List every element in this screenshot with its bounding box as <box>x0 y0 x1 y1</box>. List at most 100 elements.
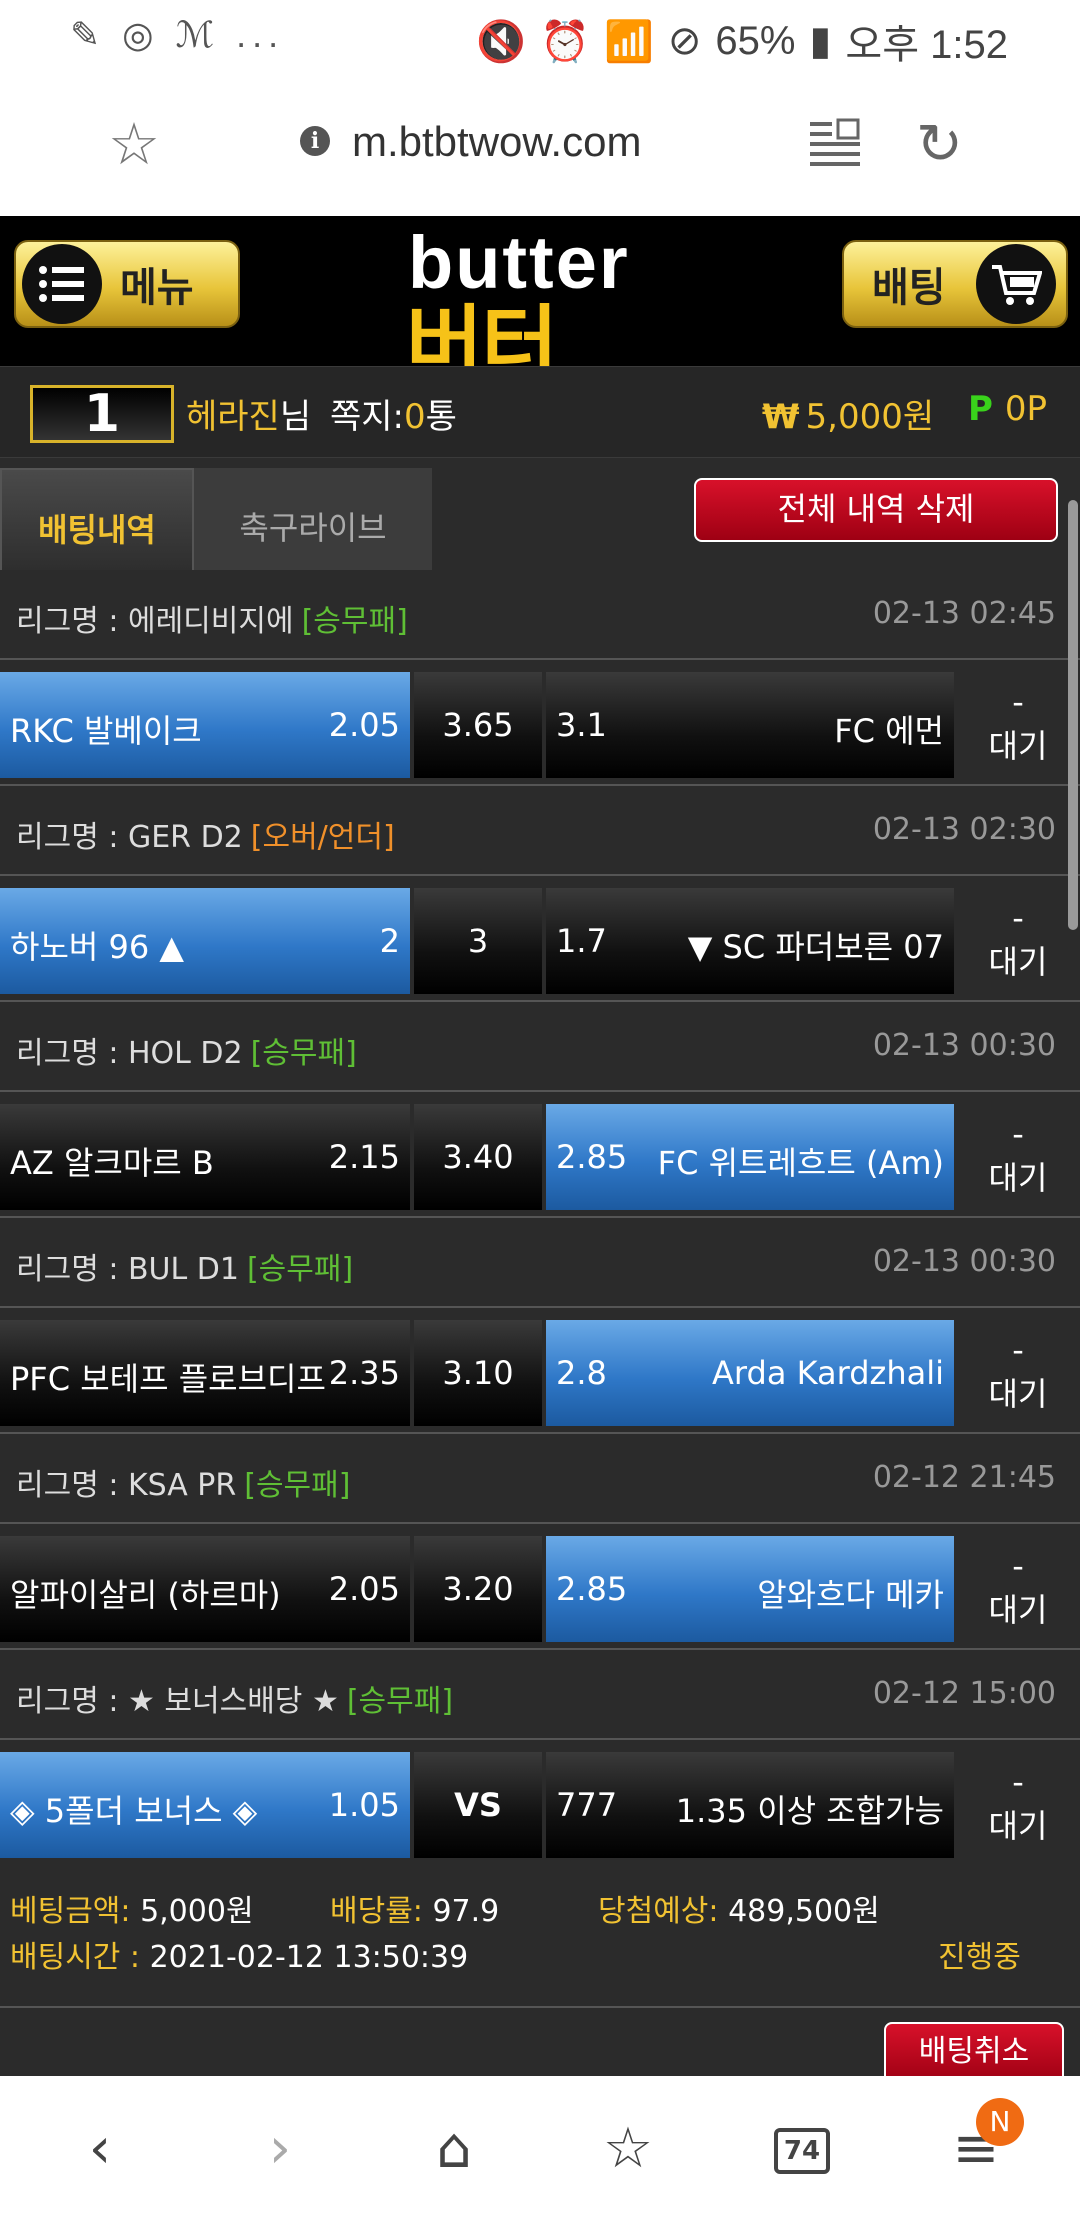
league-name-text: 리그명 : 에레디비지에 <box>16 604 294 639</box>
bet-list: 리그명 : 에레디비지에 [승무패] 02-13 02:45 RKC 발베이크 2.05… <box>0 570 1080 1866</box>
reload-icon[interactable]: ↻ <box>916 112 963 177</box>
status-dash: - <box>1012 683 1024 721</box>
status-text: 대기 <box>988 1159 1048 1197</box>
expected-win-value: 489,500원 <box>728 1894 880 1929</box>
delete-all-button[interactable]: 전체 내역 삭제 <box>694 478 1058 542</box>
status-text: 대기 <box>988 1375 1048 1413</box>
won-icon: ₩ <box>762 397 800 437</box>
draw-odd: 3.10 <box>414 1320 542 1426</box>
tab-bet-history[interactable]: 배팅내역 <box>0 468 194 570</box>
site-info-icon[interactable]: i <box>300 126 330 156</box>
league-header: 리그명 : 에레디비지에 [승무패] 02-13 02:45 <box>0 570 1080 660</box>
league-name-text: 리그명 : ★ 보너스배당 ★ <box>16 1684 339 1719</box>
bet-status: - 대기 <box>956 672 1080 778</box>
tabs-row: 배팅내역 축구라이브 전체 내역 삭제 <box>0 458 1080 570</box>
address-bar[interactable]: m.btbtwow.com <box>352 118 641 166</box>
back-icon[interactable]: ‹ <box>60 2116 140 2186</box>
bet-slip-button[interactable]: 배팅 <box>842 240 1068 328</box>
home-pick: AZ 알크마르 B 2.15 <box>0 1104 410 1210</box>
tab-soccer-live[interactable]: 축구라이브 <box>194 468 432 570</box>
match-row: 하노버 96 ▲ 2 3 1.7 ▼ SC 파더보른 07 - 대기 <box>0 876 1080 1002</box>
away-pick: 2.85 FC 위트레흐트 (Am) <box>546 1104 954 1210</box>
home-odd: 2.35 <box>328 1354 400 1392</box>
bookmark-star-icon[interactable]: ☆ <box>108 110 160 178</box>
away-pick: 777 1.35 이상 조합가능 <box>546 1752 954 1858</box>
site-header: 메뉴 butter 버터 배팅 <box>0 216 1080 394</box>
points-icon: P <box>968 389 993 429</box>
bet-type: [오버/언더] <box>250 820 395 855</box>
mute-icon: 🔇 <box>476 19 527 64</box>
status-bar: ✎ ◎ ℳ ... 🔇 ⏰ 📶 ⊘ 65% ▮ 오후 1:52 <box>0 0 1080 70</box>
bet-time-label: 배팅시간 : <box>10 1940 141 1975</box>
menu-button[interactable]: 메뉴 <box>14 240 240 328</box>
away-odd: 777 <box>556 1786 618 1824</box>
points-amount: 0P <box>1004 389 1048 429</box>
forward-icon[interactable]: › <box>240 2116 320 2186</box>
status-text: 대기 <box>988 1807 1048 1845</box>
match-time: 02-13 00:30 <box>872 1028 1056 1063</box>
battery-icon: ▮ <box>809 19 832 63</box>
home-icon[interactable]: ⌂ <box>414 2116 494 2186</box>
home-team: ◈ 5폴더 보너스 ◈ <box>10 1792 258 1830</box>
bet-type: [승무패] <box>301 604 408 639</box>
home-team: 알파이살리 (하르마) <box>10 1576 281 1614</box>
bet-status: - 대기 <box>956 888 1080 994</box>
match-time: 02-13 00:30 <box>872 1244 1056 1279</box>
away-pick: 1.7 ▼ SC 파더보른 07 <box>546 888 954 994</box>
league-name-text: 리그명 : HOL D2 <box>16 1036 243 1071</box>
tabs-icon[interactable]: 74 <box>762 2128 842 2198</box>
menu-icon <box>22 244 102 324</box>
balance-amount: 5,000원 <box>805 397 935 437</box>
home-pick: RKC 발베이크 2.05 <box>0 672 410 778</box>
home-pick: 알파이살리 (하르마) 2.05 <box>0 1536 410 1642</box>
match-row: PFC 보테프 플로브디프 2.35 3.10 2.8 Arda Kardzhali - 대… <box>0 1308 1080 1434</box>
user-info-bar: 1 헤라진님 쪽지:0통 ₩5,000원 P 0P <box>0 366 1080 458</box>
match-time: 02-13 02:45 <box>872 596 1056 631</box>
away-team: Arda Kardzhali <box>712 1354 944 1392</box>
bet-status: - 대기 <box>956 1536 1080 1642</box>
draw-odd: VS <box>414 1752 542 1858</box>
alarm-icon: ⏰ <box>540 19 591 64</box>
messages-unit: 통 <box>425 397 457 437</box>
messages-label: 쪽지: <box>330 397 405 437</box>
league-header: 리그명 : KSA PR [승무패] 02-12 21:45 <box>0 1434 1080 1524</box>
away-pick: 2.85 알와흐다 메카 <box>546 1536 954 1642</box>
status-dash: - <box>1012 1763 1024 1801</box>
draw-odd: 3.20 <box>414 1536 542 1642</box>
match-row: AZ 알크마르 B 2.15 3.40 2.85 FC 위트레흐트 (Am) - 대기 <box>0 1092 1080 1218</box>
match-row: RKC 발베이크 2.05 3.65 3.1 FC 에먼 - 대기 <box>0 660 1080 786</box>
status-left-icons: ✎ ◎ ℳ ... <box>70 14 285 55</box>
honorific: 님 <box>279 397 312 437</box>
bookmarks-icon[interactable]: ☆ <box>588 2116 668 2186</box>
username-text: 헤라진 <box>186 397 280 437</box>
home-team: RKC 발베이크 <box>10 712 202 750</box>
status-text: 대기 <box>988 1591 1048 1629</box>
bet-label: 배팅 <box>872 265 946 311</box>
match-row: 알파이살리 (하르마) 2.05 3.20 2.85 알와흐다 메카 - 대기 <box>0 1524 1080 1650</box>
home-odd: 2 <box>379 922 400 960</box>
reader-mode-icon[interactable] <box>808 116 862 174</box>
league-name: 리그명 : KSA PR [승무패] <box>16 1460 350 1504</box>
username[interactable]: 헤라진님 <box>186 389 311 438</box>
away-odd: 3.1 <box>556 706 607 744</box>
messages-link[interactable]: 쪽지:0통 <box>330 389 457 438</box>
expected-win-label: 당첨예상: <box>598 1894 719 1929</box>
clock: 오후 1:52 <box>845 23 1008 67</box>
home-odd: 2.15 <box>328 1138 400 1176</box>
away-team: 알와흐다 메카 <box>757 1576 944 1614</box>
bet-status: - 대기 <box>956 1320 1080 1426</box>
cancel-bet-button[interactable]: 배팅취소 <box>884 2022 1064 2084</box>
scrollbar[interactable] <box>1068 500 1078 930</box>
away-pick: 2.8 Arda Kardzhali <box>546 1320 954 1426</box>
home-team: 하노버 96 ▲ <box>10 928 184 966</box>
draw-odd: 3 <box>414 888 542 994</box>
home-team: PFC 보테프 플로브디프 <box>10 1360 326 1398</box>
away-odd: 1.7 <box>556 922 607 960</box>
match-time: 02-12 15:00 <box>872 1676 1056 1711</box>
league-header: 리그명 : GER D2 [오버/언더] 02-13 02:30 <box>0 786 1080 876</box>
league-name: 리그명 : HOL D2 [승무패] <box>16 1028 357 1072</box>
draw-odd: 3.40 <box>414 1104 542 1210</box>
league-name: 리그명 : ★ 보너스배당 ★ [승무패] <box>16 1676 453 1720</box>
browser-toolbar: ☆ i m.btbtwow.com ↻ <box>0 70 1080 216</box>
menu-label: 메뉴 <box>120 265 194 311</box>
